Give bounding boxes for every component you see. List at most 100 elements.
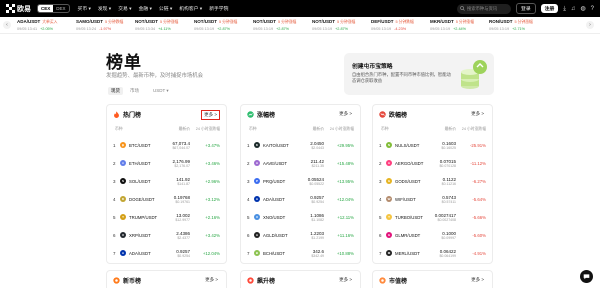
ticker-prev-icon[interactable]: ‹ xyxy=(3,21,11,29)
menu-institutional[interactable]: 机构客户 ▾ xyxy=(179,5,202,12)
coin-icon: A xyxy=(254,196,260,202)
table-row[interactable]: 4 W WIF/USDT 0.5743 $0.57411 -5.64% xyxy=(379,190,486,208)
row-pair: AGLD/USDT xyxy=(263,232,288,238)
row-price-cell: 1.1086 $1.1082 xyxy=(297,213,324,222)
ranking-card: 跌幅榜 更多 > 币种 最新价 24 小时涨跌幅 1 N NULS/USDT 0.1603 $0.… xyxy=(372,104,493,264)
ticker-item[interactable]: DEF/USDT 5 分钟跌幅 09/05 13:19 -4.23% xyxy=(368,19,427,31)
row-price-cell: 2,176.99 $2,176.07 xyxy=(163,159,190,168)
card-header: 涨幅榜 xyxy=(247,110,275,119)
row-change: +13.95% xyxy=(336,178,354,184)
search-placeholder: 搜索币种与资讯 xyxy=(467,5,498,11)
more-link[interactable]: 更多 > xyxy=(469,276,486,284)
column-headers: 币种 最新价 24 小时涨跌幅 xyxy=(247,127,354,132)
ticker-time: 09/05 13:19 xyxy=(194,27,215,31)
table-row[interactable]: 6 A AGLD/USDT 1.2203 $1.2199 +11.16% xyxy=(247,226,354,244)
search-input[interactable]: 搜索币种与资讯 xyxy=(457,3,512,14)
row-change: -5.66% xyxy=(472,214,486,220)
more-link[interactable]: 更多 > xyxy=(203,276,220,284)
tab-spot[interactable]: 现货 xyxy=(108,87,123,95)
ticker-item[interactable]: NOT/USDT 5 分钟涨幅 09/05 13:19 +2.87% xyxy=(250,19,309,31)
row-pair: XNO/USDT xyxy=(263,214,286,220)
ticker-change: +2.05% xyxy=(40,27,54,31)
row-price-cell: 0.9257 $0.9254 xyxy=(163,249,190,258)
coin-icon: Ξ xyxy=(120,160,126,166)
coin-icon: W xyxy=(386,196,392,202)
table-row[interactable]: 3 P PRQ/USDT 0.05524 $0.05522 +13.95% xyxy=(247,172,354,190)
ticker-time: 09/05 13:34 xyxy=(135,27,156,31)
ticker-item[interactable]: ADA/USDT 大单买入 09/05 13:41 +2.05% xyxy=(14,19,73,31)
help-icon[interactable]: ? xyxy=(591,6,594,12)
cex-dex-switch[interactable]: CEX DEX xyxy=(37,4,70,13)
card-header: 热门榜 xyxy=(113,110,141,119)
coin-icon: T xyxy=(386,214,392,220)
table-row[interactable]: 1 ₿ BTC/USDT 67,073.4 $67,044.07 +3.47% xyxy=(113,136,220,154)
more-link[interactable]: 更多 > xyxy=(337,110,354,118)
fire-icon xyxy=(114,111,119,118)
ticker-item[interactable]: NOT/USDT 5 分钟涨幅 09/05 13:19 +2.87% xyxy=(191,19,250,31)
globe-icon[interactable]: ◍ xyxy=(580,6,585,12)
ticker-item[interactable]: MKR/USDT 5 分钟涨幅 09/05 13:19 +2.44% xyxy=(427,19,486,31)
row-price-usd: $0.070128 xyxy=(439,163,456,168)
table-row[interactable]: 3 G GODS/USDT 0.1122 $0.11216 -6.27% xyxy=(379,172,486,190)
table-row[interactable]: 2 A AAVE/USDT 211.42 $211.35 +15.48% xyxy=(247,154,354,172)
menu-finance[interactable]: 金融 ▾ xyxy=(139,5,152,12)
table-row[interactable]: 4 A ADA/USDT 0.9257 $0.9254 +12.04% xyxy=(247,190,354,208)
row-change: +3.47% xyxy=(205,142,220,148)
table-row[interactable]: 2 A AERGO/USDT 0.07015 $0.070128 -11.12% xyxy=(379,154,486,172)
row-price-cell: 0.06422 $0.064199 xyxy=(429,249,456,258)
ticker-item[interactable]: NOT/USDT 5 分钟涨幅 09/05 13:34 +4.11% xyxy=(132,19,191,31)
row-rank: 4 xyxy=(113,196,116,202)
ticker-pair: ADA/USDT xyxy=(17,19,41,24)
ticker-change: +4.11% xyxy=(158,27,171,31)
more-link[interactable]: 更多 > xyxy=(201,110,220,120)
table-row[interactable]: 1 K KAITO/USDT 2.0450 $2.0443 +29.95% xyxy=(247,136,354,154)
table-row[interactable]: 2 Ξ ETH/USDT 2,176.99 $2,176.07 +3.46% xyxy=(113,154,220,172)
tab-market[interactable]: 市场 xyxy=(127,87,142,95)
table-row[interactable]: 7 M MERL/USDT 0.06422 $0.064199 -4.91% xyxy=(379,244,486,262)
ticker-next-icon[interactable]: › xyxy=(586,21,594,29)
download-icon[interactable]: ⤓ xyxy=(563,6,566,12)
menu-discover[interactable]: 发现 ▾ xyxy=(98,5,111,12)
ticker-time: 09/05 13:19 xyxy=(371,27,392,31)
table-row[interactable]: 6 G GLMR/USDT 0.1000 $0.09997 -5.60% xyxy=(379,226,486,244)
promo-banner[interactable]: 创建屯币宝策略 自由组合热门币种，配置不同币种市值比例，智能动态调仓获取收益 xyxy=(344,53,494,95)
seg-cex[interactable]: CEX xyxy=(38,5,54,12)
row-rank: 2 xyxy=(379,160,382,166)
ticker-item[interactable]: SAMO/USDT 5 分钟跌幅 09/05 13:24 -1.97% xyxy=(73,19,132,31)
menu-trade[interactable]: 交易 ▾ xyxy=(118,5,131,12)
table-row[interactable]: 3 S SOL/USDT 141.92 $141.87 +2.96% xyxy=(113,172,220,190)
row-pair: DOGE/USDT xyxy=(129,196,155,202)
table-row[interactable]: 7 A ADA/USDT 0.9257 $0.9254 +12.04% xyxy=(113,244,220,262)
table-row[interactable]: 7 B BCH/USDT 342.6 $342.49 +10.88% xyxy=(247,244,354,262)
signup-button[interactable]: 注册 xyxy=(540,4,559,13)
coin-icon: D xyxy=(120,196,126,202)
chat-button[interactable] xyxy=(580,270,593,283)
top-navigation: 欧易 CEX DEX 买币 ▾ 发现 ▾ 交易 ▾ 金融 ▾ 公链 ▾ 机构客户… xyxy=(0,0,600,17)
ticker-item[interactable]: NOT/USDT 5 分钟涨幅 09/05 13:19 +2.87% xyxy=(309,19,368,31)
logo[interactable]: 欧易 xyxy=(6,4,31,14)
more-link[interactable]: 更多 > xyxy=(469,110,486,118)
table-row[interactable]: 6 X XRP/USDT 2.4386 $2.4377 +3.42% xyxy=(113,226,220,244)
row-change: -5.64% xyxy=(472,196,486,202)
menu-buy[interactable]: 买币 ▾ xyxy=(78,5,91,12)
seg-dex[interactable]: DEX xyxy=(53,5,68,12)
table-row[interactable]: 5 T TURBO/USDT 0.0027417 $0.0027408 -5.66% xyxy=(379,208,486,226)
row-pair: PRQ/USDT xyxy=(263,178,286,184)
coin-icon: A xyxy=(386,160,392,166)
more-link[interactable]: 更多 > xyxy=(337,276,354,284)
quote-currency-select[interactable]: USDT ▾ xyxy=(150,87,172,95)
row-change: +3.46% xyxy=(205,160,220,166)
row-change: +10.88% xyxy=(336,250,354,256)
menu-chain[interactable]: 公链 ▾ xyxy=(159,5,172,12)
bell-icon[interactable]: ♫ xyxy=(571,6,576,12)
row-price-cell: 0.07015 $0.070128 xyxy=(429,159,456,168)
menu-academy[interactable]: 新手学院 xyxy=(209,5,228,12)
table-row[interactable]: 4 D DOGE/USDT 0.19768 $0.19761 +3.12% xyxy=(113,190,220,208)
ticker-item[interactable]: RON/USDT 5 分钟涨幅 09/05 13:19 +2.71% xyxy=(486,19,545,31)
login-button[interactable]: 登录 xyxy=(516,3,536,14)
row-price-usd: $2.0443 xyxy=(311,145,324,150)
row-change: +12.04% xyxy=(336,196,354,202)
table-row[interactable]: 5 T TRUMP/USDT 13.002 $12.9977 +2.16% xyxy=(113,208,220,226)
table-row[interactable]: 5 X XNO/USDT 1.1086 $1.1082 +12.11% xyxy=(247,208,354,226)
table-row[interactable]: 1 N NULS/USDT 0.1603 $0.16025 -25.91% xyxy=(379,136,486,154)
